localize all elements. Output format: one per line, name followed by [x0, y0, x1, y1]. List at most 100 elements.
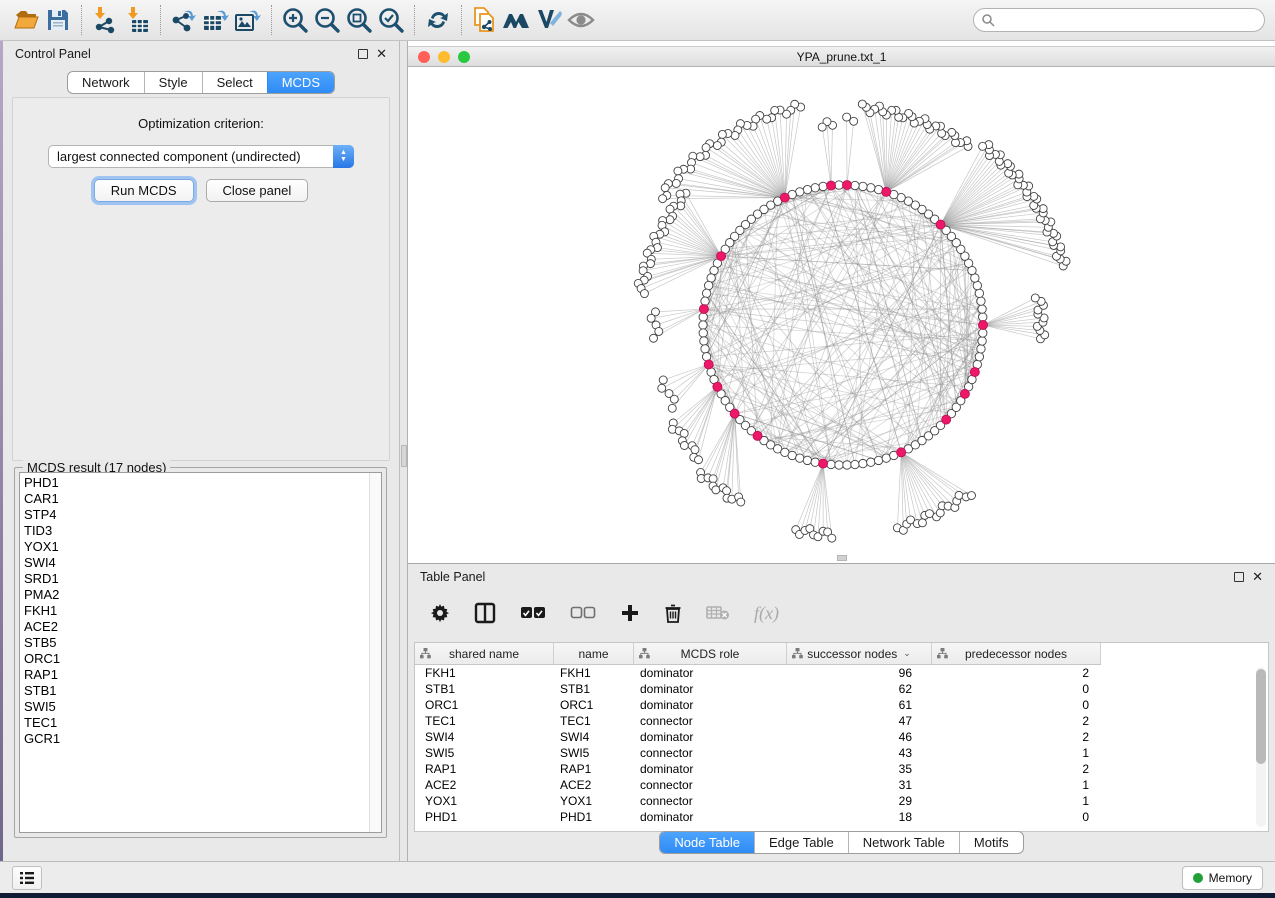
- network-node[interactable]: [699, 329, 707, 337]
- mcds-result-item[interactable]: STB1: [24, 683, 367, 699]
- network-node[interactable]: [696, 153, 704, 161]
- tab-network[interactable]: Network: [68, 72, 144, 93]
- network-node[interactable]: [1031, 294, 1039, 302]
- mcds-network-node[interactable]: [842, 181, 851, 190]
- network-node[interactable]: [874, 456, 882, 464]
- table-scrollbar[interactable]: [1256, 667, 1266, 827]
- network-node[interactable]: [978, 305, 986, 313]
- network-node[interactable]: [701, 297, 709, 305]
- network-node[interactable]: [707, 274, 715, 282]
- network-node[interactable]: [859, 459, 867, 467]
- network-node[interactable]: [668, 404, 676, 412]
- network-node[interactable]: [771, 106, 779, 114]
- network-node[interactable]: [680, 429, 688, 437]
- network-node[interactable]: [691, 446, 699, 454]
- float-panel-icon[interactable]: [358, 49, 368, 59]
- mcds-result-item[interactable]: TEC1: [24, 715, 367, 731]
- network-node[interactable]: [859, 182, 867, 190]
- close-panel-icon[interactable]: ✕: [376, 49, 387, 59]
- eye-button[interactable]: [565, 4, 597, 36]
- column-header-shared-name[interactable]: shared name: [415, 643, 554, 665]
- table-row[interactable]: RAP1RAP1dominator352: [415, 761, 1268, 777]
- tab-select[interactable]: Select: [202, 72, 267, 93]
- criterion-dropdown[interactable]: largest connected component (undirected)…: [48, 145, 354, 168]
- mcds-network-node[interactable]: [753, 431, 762, 440]
- table-row[interactable]: SWI4SWI4dominator462: [415, 729, 1268, 745]
- network-node[interactable]: [978, 337, 986, 345]
- table-row[interactable]: TEC1TEC1connector472: [415, 713, 1268, 729]
- create-column-button[interactable]: [620, 603, 640, 623]
- network-node[interactable]: [803, 456, 811, 464]
- tab-style[interactable]: Style: [144, 72, 202, 93]
- mcds-result-item[interactable]: ACE2: [24, 619, 367, 635]
- save-session-button[interactable]: [42, 4, 74, 36]
- table-row[interactable]: FKH1FKH1dominator962: [415, 665, 1268, 681]
- mcds-result-item[interactable]: PMA2: [24, 587, 367, 603]
- mcds-network-node[interactable]: [979, 321, 988, 330]
- mcds-result-item[interactable]: GCR1: [24, 731, 367, 747]
- network-node[interactable]: [977, 297, 985, 305]
- network-node[interactable]: [818, 123, 826, 131]
- network-canvas[interactable]: [408, 68, 1275, 563]
- network-node[interactable]: [819, 182, 827, 190]
- network-node[interactable]: [850, 117, 858, 125]
- task-history-button[interactable]: [12, 866, 42, 890]
- network-node[interactable]: [936, 509, 944, 517]
- network-node[interactable]: [955, 491, 963, 499]
- network-node[interactable]: [659, 376, 667, 384]
- network-node[interactable]: [704, 281, 712, 289]
- table-row[interactable]: SWI5SWI5connector431: [415, 745, 1268, 761]
- network-node[interactable]: [835, 181, 843, 189]
- export-table-button[interactable]: [200, 4, 232, 36]
- zoom-selected-button[interactable]: [375, 4, 407, 36]
- refresh-button[interactable]: [422, 4, 454, 36]
- table-row[interactable]: YOX1YOX1connector291: [415, 793, 1268, 809]
- mcds-network-node[interactable]: [960, 389, 969, 398]
- mcds-network-node[interactable]: [827, 181, 836, 190]
- memory-button[interactable]: Memory: [1182, 866, 1263, 890]
- mcds-result-list[interactable]: PHD1CAR1STP4TID3YOX1SWI4SRD1PMA2FKH1ACE2…: [19, 472, 382, 833]
- search-input[interactable]: [995, 11, 1264, 29]
- network-node[interactable]: [640, 290, 648, 298]
- tab-network-table[interactable]: Network Table: [848, 832, 959, 853]
- zoom-out-button[interactable]: [311, 4, 343, 36]
- show-columns-button[interactable]: [474, 602, 496, 624]
- mcds-network-node[interactable]: [704, 360, 713, 369]
- mcds-result-item[interactable]: PHD1: [24, 475, 367, 491]
- table-row[interactable]: STB1STB1dominator620: [415, 681, 1268, 697]
- mcds-result-item[interactable]: CAR1: [24, 491, 367, 507]
- delete-table-button[interactable]: [706, 605, 730, 621]
- network-node[interactable]: [828, 534, 836, 542]
- table-row[interactable]: ORC1ORC1dominator610: [415, 697, 1268, 713]
- import-network-button[interactable]: [89, 4, 121, 36]
- table-row[interactable]: ACE2ACE2connector311: [415, 777, 1268, 793]
- network-node[interactable]: [702, 144, 710, 152]
- network-node[interactable]: [659, 195, 667, 203]
- scrollbar-thumb[interactable]: [1256, 669, 1266, 764]
- network-window-titlebar[interactable]: YPA_prune.txt_1: [408, 46, 1275, 67]
- network-node[interactable]: [672, 179, 680, 187]
- mcds-network-node[interactable]: [819, 459, 828, 468]
- tab-node-table[interactable]: Node Table: [660, 832, 754, 853]
- function-builder-button[interactable]: f(x): [754, 603, 779, 624]
- table-settings-button[interactable]: [430, 603, 450, 623]
- column-header-MCDS-role[interactable]: MCDS role: [634, 643, 787, 665]
- mcds-result-item[interactable]: STP4: [24, 507, 367, 523]
- mcds-network-node[interactable]: [936, 220, 945, 229]
- delete-column-button[interactable]: [664, 603, 682, 624]
- window-maximize-icon[interactable]: [458, 51, 470, 63]
- tab-edge-table[interactable]: Edge Table: [754, 832, 848, 853]
- network-node[interactable]: [811, 458, 819, 466]
- network-node[interactable]: [851, 181, 859, 189]
- mcds-network-node[interactable]: [970, 368, 979, 377]
- network-node[interactable]: [811, 184, 819, 192]
- network-node[interactable]: [700, 337, 708, 345]
- network-node[interactable]: [975, 353, 983, 361]
- network-node[interactable]: [670, 395, 678, 403]
- network-node[interactable]: [938, 129, 946, 137]
- zoom-in-button[interactable]: [279, 4, 311, 36]
- network-node[interactable]: [796, 454, 804, 462]
- network-node[interactable]: [843, 113, 851, 121]
- mcds-network-node[interactable]: [882, 187, 891, 196]
- network-node[interactable]: [979, 329, 987, 337]
